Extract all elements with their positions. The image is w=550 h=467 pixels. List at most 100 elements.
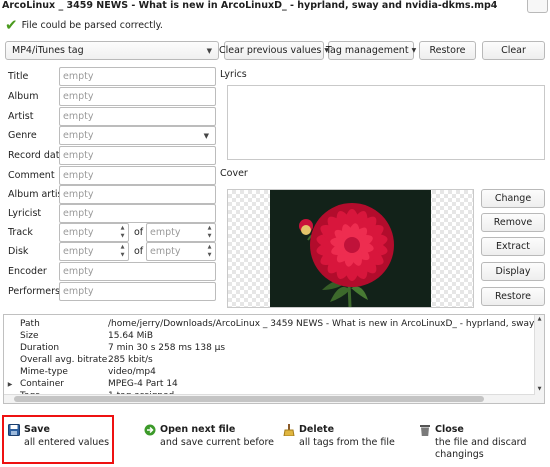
spin-arrows-icon[interactable]: ▲ ▼ — [205, 244, 214, 259]
file-info-tree[interactable]: Path /home/jerry/Downloads/ArcoLinux _ 3… — [3, 314, 545, 404]
scrollbar-thumb[interactable] — [14, 396, 484, 402]
track-number-value: empty — [63, 227, 94, 238]
artist-label: Artist — [8, 111, 34, 122]
window-title: ArcoLinux _ 3459 NEWS - What is new in A… — [2, 0, 498, 11]
album-artist-field[interactable]: empty — [59, 185, 216, 204]
disk-label: Disk — [8, 246, 29, 257]
chevron-down-icon: ▼ — [206, 47, 212, 55]
info-key: Overall avg. bitrate — [20, 355, 108, 365]
genre-label: Genre — [8, 130, 37, 141]
save-desc: all entered values — [24, 437, 110, 448]
lyricist-field[interactable]: empty — [59, 204, 216, 223]
track-of-label: of — [134, 227, 144, 238]
info-value: video/mp4 — [108, 367, 156, 377]
close-desc-line1: the file and discard — [435, 437, 527, 448]
open-next-desc: and save current before — [160, 437, 275, 448]
scroll-down-icon[interactable]: ▼ — [535, 385, 544, 394]
info-value: MPEG-4 Part 14 — [108, 379, 178, 389]
delete-tags-action[interactable]: Delete all tags from the file — [283, 422, 403, 462]
info-value: 15.64 MiB — [108, 331, 154, 341]
tag-management-button[interactable]: Tag management ▼ — [325, 41, 417, 60]
info-key: Container — [20, 379, 64, 389]
info-key: Size — [20, 331, 39, 341]
comment-label: Comment — [8, 170, 55, 181]
trash-icon — [420, 425, 430, 436]
disk-total-value: empty — [150, 246, 181, 257]
clear-tag-button[interactable]: Clear — [482, 41, 545, 60]
chevron-down-icon: ▼ — [203, 132, 209, 140]
open-next-title: Open next file — [160, 424, 236, 435]
spin-arrows-icon[interactable]: ▲ ▼ — [205, 225, 214, 240]
record-date-label: Record date — [8, 150, 66, 161]
chevron-down-icon: ▼ — [411, 47, 417, 54]
cover-label: Cover — [220, 168, 248, 179]
restore-tag-button[interactable]: Restore — [419, 41, 476, 60]
checkmark-icon: ✔ — [5, 15, 18, 34]
cover-preview — [227, 189, 474, 308]
encoder-field[interactable]: empty — [59, 262, 216, 281]
close-desc: the file and discard changings — [435, 437, 526, 461]
close-file-action[interactable]: Close the file and discard changings — [419, 422, 539, 462]
track-label: Track — [8, 227, 33, 238]
performers-label: Performers — [8, 286, 60, 297]
restore-cover-button[interactable]: Restore — [481, 287, 545, 306]
broom-icon — [283, 424, 295, 436]
scroll-up-icon[interactable]: ▲ — [535, 315, 544, 324]
track-total-spinbox[interactable]: empty ▲ ▼ — [146, 223, 216, 242]
tag-management-label: Tag management — [325, 45, 409, 56]
spin-arrows-icon[interactable]: ▲ ▼ — [118, 225, 127, 240]
arrow-right-circle-icon — [144, 424, 156, 436]
clear-previous-values-button[interactable]: Clear previous values ▼ — [219, 41, 329, 60]
disk-number-spinbox[interactable]: empty ▲ ▼ — [59, 242, 129, 261]
info-value: 285 kbit/s — [108, 355, 153, 365]
vertical-scrollbar[interactable]: ▲ ▼ — [534, 315, 544, 403]
genre-value: empty — [63, 130, 94, 141]
display-cover-button[interactable]: Display — [481, 262, 545, 281]
album-label: Album — [8, 91, 39, 102]
record-date-field[interactable]: empty — [59, 146, 216, 165]
close-desc-line2: changings — [435, 449, 484, 460]
parse-status: ✔ File could be parsed correctly. — [5, 16, 163, 34]
save-action[interactable]: Save all entered values — [8, 422, 110, 462]
save-title: Save — [24, 424, 50, 435]
lyrics-label: Lyrics — [220, 69, 247, 80]
change-cover-button[interactable]: Change — [481, 189, 545, 208]
tag-type-select[interactable]: MP4/iTunes tag ▼ — [5, 41, 219, 60]
track-total-value: empty — [150, 227, 181, 238]
extract-cover-button[interactable]: Extract — [481, 237, 545, 256]
performers-field[interactable]: empty — [59, 282, 216, 301]
clear-previous-values-label: Clear previous values — [218, 45, 322, 56]
title-field[interactable]: empty — [59, 67, 216, 86]
lyrics-textarea[interactable] — [227, 85, 545, 160]
window-menu-button[interactable] — [527, 0, 548, 13]
album-field[interactable]: empty — [59, 87, 216, 106]
comment-field[interactable]: empty — [59, 166, 216, 185]
info-row-container[interactable]: ▶ Container MPEG-4 Part 14 — [4, 378, 178, 390]
info-key: Duration — [20, 343, 60, 353]
disk-number-value: empty — [63, 246, 94, 257]
album-artist-label: Album artist — [8, 189, 67, 200]
disk-total-spinbox[interactable]: empty ▲ ▼ — [146, 242, 216, 261]
spin-arrows-icon[interactable]: ▲ ▼ — [118, 244, 127, 259]
track-number-spinbox[interactable]: empty ▲ ▼ — [59, 223, 129, 242]
open-next-file-action[interactable]: Open next file and save current before — [144, 422, 274, 462]
tag-type-value: MP4/iTunes tag — [12, 45, 84, 56]
artist-field[interactable]: empty — [59, 107, 216, 126]
remove-cover-button[interactable]: Remove — [481, 213, 545, 232]
genre-combo[interactable]: empty ▼ — [59, 126, 216, 145]
disk-of-label: of — [134, 246, 144, 257]
delete-desc: all tags from the file — [299, 437, 395, 448]
title-label: Title — [8, 71, 29, 82]
flower-image — [270, 190, 431, 307]
expand-arrow-icon[interactable]: ▶ — [4, 381, 16, 388]
info-value: /home/jerry/Downloads/ArcoLinux _ 3459 N… — [108, 319, 544, 329]
encoder-label: Encoder — [8, 266, 47, 277]
lyricist-label: Lyricist — [8, 208, 42, 219]
info-key: Mime-type — [20, 367, 68, 377]
parse-status-text: File could be parsed correctly. — [21, 19, 163, 31]
horizontal-scrollbar[interactable] — [4, 394, 535, 403]
cover-image — [270, 190, 431, 307]
info-key: Path — [20, 319, 40, 329]
close-title: Close — [435, 424, 464, 435]
delete-title: Delete — [299, 424, 335, 435]
